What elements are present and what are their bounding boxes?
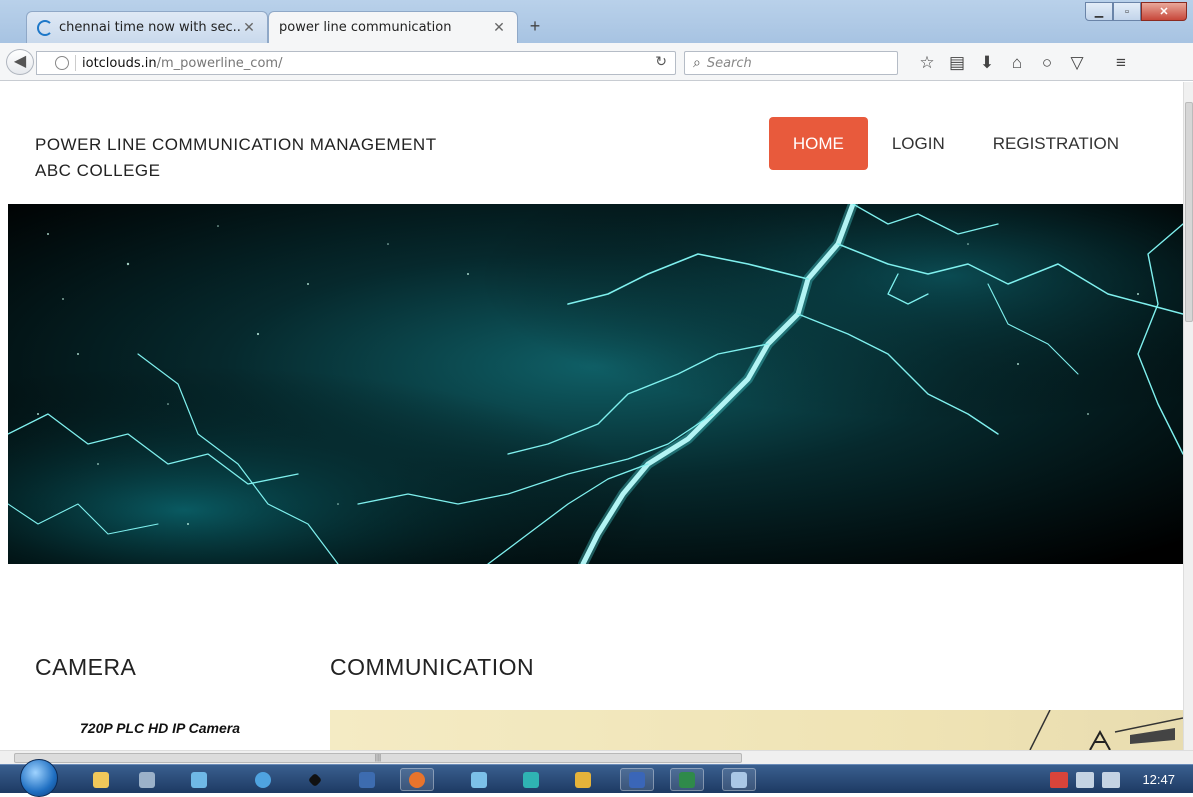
taskbar-app-firefox-icon[interactable] <box>400 768 434 791</box>
url-separator <box>75 55 76 71</box>
taskbar-app-excel-icon[interactable] <box>670 768 704 791</box>
nav-home[interactable]: HOME <box>768 117 868 170</box>
tab-title: power line communication <box>279 20 452 35</box>
bookmark-star-icon[interactable]: ☆ <box>912 51 942 75</box>
taskbar-app-explorer-icon[interactable] <box>84 768 118 791</box>
maximize-button[interactable]: ▫ <box>1113 2 1141 21</box>
power-tower-illustration <box>1029 710 1183 750</box>
network-icon[interactable] <box>1076 771 1095 788</box>
taskbar-app-ie-icon[interactable] <box>246 768 280 791</box>
tab-title: chennai time now with sec... <box>59 20 241 35</box>
system-tray: 12:47 <box>983 765 1193 794</box>
tab-power-line-communication[interactable]: power line communication ✕ <box>268 11 518 43</box>
taskbar-app-media-icon[interactable] <box>350 768 384 791</box>
download-icon[interactable]: ⬇ <box>972 51 1002 75</box>
camera-section-title: CAMERA <box>35 654 137 680</box>
home-icon[interactable]: ⌂ <box>1002 51 1032 75</box>
volume-muted-icon[interactable] <box>1102 771 1121 788</box>
lightning-illustration <box>8 204 1183 564</box>
url-path: /m_powerline_com/ <box>156 55 283 71</box>
vertical-scroll-thumb[interactable] <box>1185 102 1193 322</box>
action-center-icon[interactable] <box>1050 771 1069 788</box>
taskbar-app-tool-icon[interactable] <box>298 768 332 791</box>
bookmarks-list-icon[interactable]: ▤ <box>942 51 972 75</box>
search-placeholder: Search <box>706 55 752 71</box>
close-tab-icon[interactable]: ✕ <box>491 20 507 36</box>
hero-banner-image <box>8 204 1183 564</box>
site-nav: HOME LOGIN REGISTRATION <box>768 117 1143 170</box>
taskbar-app-visio-icon[interactable] <box>620 768 654 791</box>
toolbar-icons: ☆ ▤ ⬇ ⌂ ○ ▽ ≡ <box>912 51 1136 75</box>
taskbar-app-window-icon[interactable] <box>722 768 756 791</box>
browser-titlebar: chennai time now with sec... ✕ power lin… <box>0 0 1193 43</box>
tab-chennai-time[interactable]: chennai time now with sec... ✕ <box>26 11 268 43</box>
site-identity-icon[interactable] <box>55 56 69 70</box>
taskbar: 12:47 <box>0 759 1193 797</box>
address-bar[interactable]: iotclouds.in/m_powerline_com/ ↻ <box>36 51 676 75</box>
search-input[interactable]: ⌕ Search <box>684 51 898 75</box>
chat-icon[interactable]: ○ <box>1032 51 1062 75</box>
reload-icon[interactable]: ↻ <box>655 54 667 70</box>
minimize-button[interactable]: ▁ <box>1085 2 1113 21</box>
close-tab-icon[interactable]: ✕ <box>241 20 257 36</box>
site-brand[interactable]: POWER LINE COMMUNICATION MANAGEMENT ABC … <box>35 132 437 184</box>
taskbar-clock[interactable]: 12:47 <box>1142 772 1175 787</box>
menu-icon[interactable]: ≡ <box>1106 51 1136 75</box>
nav-registration[interactable]: REGISTRATION <box>969 117 1143 170</box>
brand-title: POWER LINE COMMUNICATION MANAGEMENT <box>35 135 437 154</box>
window-controls: ▁ ▫ ✕ <box>1085 2 1187 21</box>
communication-section-title: COMMUNICATION <box>330 654 535 680</box>
taskbar-app-paint-icon[interactable] <box>566 768 600 791</box>
camera-caption: 720P PLC HD IP Camera <box>80 720 241 736</box>
taskbar-app-settings-icon[interactable] <box>130 768 164 791</box>
search-icon: ⌕ <box>693 55 701 71</box>
new-tab-button[interactable]: + <box>522 15 548 39</box>
start-button[interactable] <box>20 759 58 797</box>
back-button[interactable]: ◀ <box>6 49 34 75</box>
web-page: POWER LINE COMMUNICATION MANAGEMENT ABC … <box>0 82 1183 750</box>
horizontal-scroll-thumb[interactable]: ||| <box>14 753 742 763</box>
taskbar-app-network-icon[interactable] <box>462 768 496 791</box>
taskbar-app-users-icon[interactable] <box>514 768 548 791</box>
url-domain: iotclouds.in <box>82 55 157 71</box>
browser-navbar: ◀ iotclouds.in/m_powerline_com/ ↻ ⌕ Sear… <box>0 43 1193 81</box>
close-window-button[interactable]: ✕ <box>1141 2 1187 21</box>
horizontal-scrollbar[interactable]: ||| <box>0 750 1193 764</box>
nav-login[interactable]: LOGIN <box>868 117 969 170</box>
vertical-scrollbar[interactable] <box>1183 82 1193 750</box>
loading-icon <box>37 19 53 36</box>
communication-image <box>330 710 1183 750</box>
pocket-icon[interactable]: ▽ <box>1062 51 1092 75</box>
brand-subtitle: ABC COLLEGE <box>35 161 161 180</box>
taskbar-app-folder-icon[interactable] <box>182 768 216 791</box>
